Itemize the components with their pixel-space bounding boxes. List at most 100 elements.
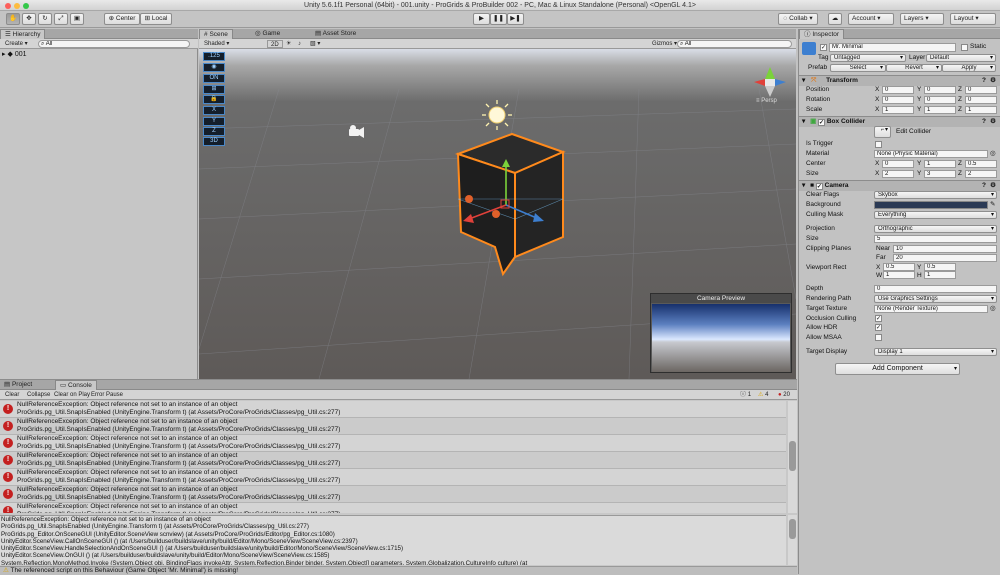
log-entry[interactable]: ! NullReferenceException: Object referen… [0, 469, 786, 486]
settings-gear-icon[interactable]: ⚙ [990, 76, 996, 86]
hand-tool-button[interactable]: ✋ [6, 13, 20, 25]
warning-count-toggle[interactable]: ⚠ 4 [755, 391, 771, 399]
play-button[interactable]: ▶ [473, 13, 490, 25]
center-z-field[interactable]: 0.5 [965, 160, 997, 168]
object-name-field[interactable]: Mr. Minimal [829, 43, 956, 52]
tab-asset-store[interactable]: ▤ Asset Store [311, 29, 360, 39]
log-scrollbar[interactable] [788, 401, 797, 513]
error-count-toggle[interactable]: ● 20 [775, 391, 793, 399]
viewport-h-field[interactable]: 1 [924, 271, 956, 279]
prefab-select-button[interactable]: Select [830, 64, 886, 72]
tab-inspector[interactable]: ⓘ Inspector [799, 29, 845, 39]
effects-dropdown[interactable]: ▧ ▾ [307, 40, 323, 48]
audio-toggle[interactable]: ♪ [295, 40, 304, 48]
allow-msaa-checkbox[interactable] [875, 334, 882, 341]
progrids-z-plane-button[interactable]: Z [203, 127, 225, 136]
transform-x-field[interactable]: 1 [882, 106, 914, 114]
edit-collider-button[interactable]: ⌐ [874, 126, 891, 138]
progrids-x-plane-button[interactable]: X [203, 106, 225, 115]
cube-gameobject[interactable] [454, 132, 566, 277]
camera-enabled-checkbox[interactable]: ✓ [815, 183, 823, 190]
progrids-grid-button[interactable]: ⊞ [203, 85, 225, 94]
center-y-field[interactable]: 1 [924, 160, 956, 168]
create-button[interactable]: Create ▾ [2, 40, 31, 48]
pivot-center-button[interactable]: ⊕ Center [104, 13, 140, 25]
zoom-window-icon[interactable] [23, 3, 29, 9]
log-entry[interactable]: ! NullReferenceException: Object referen… [0, 503, 786, 513]
account-dropdown[interactable]: Account ▾ [848, 13, 894, 25]
orientation-gizmo[interactable] [754, 67, 786, 97]
scene-viewport[interactable]: ≡ Persp Camera Preview [199, 49, 796, 379]
viewport-w-field[interactable]: 1 [883, 271, 915, 279]
tag-dropdown[interactable]: Untagged [830, 54, 906, 62]
static-checkbox[interactable] [961, 44, 968, 51]
transform-y-field[interactable]: 1 [924, 106, 956, 114]
log-entry[interactable]: ! NullReferenceException: Object referen… [0, 418, 786, 435]
target-texture-field[interactable]: None (Render Texture) [874, 305, 988, 313]
persp-label-row[interactable]: ≡ Persp [756, 98, 777, 104]
rendering-path-dropdown[interactable]: Use Graphics Settings [874, 295, 997, 303]
help-icon[interactable]: ? [982, 76, 986, 86]
transform-x-field[interactable]: 0 [882, 86, 914, 94]
gameobject-active-checkbox[interactable]: ✓ [820, 44, 827, 51]
transform-y-field[interactable]: 0 [924, 96, 956, 104]
eyedropper-icon[interactable]: ✎ [990, 201, 995, 209]
foldout-arrow-icon[interactable]: ▸ [2, 51, 6, 58]
material-field[interactable]: None (Physic Material) [874, 150, 988, 158]
log-entry[interactable]: ! NullReferenceException: Object referen… [0, 401, 786, 418]
depth-field[interactable]: 0 [874, 285, 997, 293]
size-z-field[interactable]: 2 [965, 170, 997, 178]
box-collider-enabled-checkbox[interactable]: ✓ [818, 119, 826, 126]
log-entry[interactable]: ! NullReferenceException: Object referen… [0, 452, 786, 469]
tab-scene[interactable]: # Scene [199, 29, 233, 39]
tab-project[interactable]: ▤ Project [0, 380, 36, 390]
box-collider-header[interactable]: ▾ ▣ ✓ Box Collider ? ⚙ [799, 116, 1000, 127]
rotate-tool-button[interactable]: ↻ [38, 13, 52, 25]
settings-gear-icon[interactable]: ⚙ [990, 181, 996, 191]
log-entry[interactable]: ! NullReferenceException: Object referen… [0, 486, 786, 503]
prefab-apply-button[interactable]: Apply [942, 64, 996, 72]
object-picker-icon[interactable]: ◎ [990, 305, 996, 313]
step-button[interactable]: ▶❚ [507, 13, 524, 25]
far-field[interactable]: 20 [893, 254, 997, 262]
collab-button[interactable]: ◌ Collab ▾ [778, 13, 818, 25]
transform-y-field[interactable]: 0 [924, 86, 956, 94]
log-entry[interactable]: ! NullReferenceException: Object referen… [0, 435, 786, 452]
viewport-x-field[interactable]: 0.5 [883, 263, 915, 271]
projection-dropdown[interactable]: Orthographic [874, 225, 997, 233]
transform-z-field[interactable]: 0 [965, 86, 997, 94]
transform-x-field[interactable]: 0 [882, 96, 914, 104]
target-display-dropdown[interactable]: Display 1 [874, 348, 997, 356]
pause-button[interactable]: ❚❚ [490, 13, 507, 25]
near-field[interactable]: 10 [893, 245, 997, 253]
transform-header[interactable]: ▾ ⤧ Transform ? ⚙ [799, 75, 1000, 86]
is-trigger-checkbox[interactable] [875, 141, 882, 148]
background-color-swatch[interactable] [874, 201, 988, 209]
camera-size-field[interactable]: 5 [874, 235, 997, 243]
occlusion-culling-checkbox[interactable]: ✓ [875, 315, 882, 322]
collapse-button[interactable]: Collapse [24, 391, 53, 399]
object-picker-icon[interactable]: ◎ [990, 150, 996, 158]
mode-2d-toggle[interactable]: 2D [267, 40, 283, 48]
add-component-button[interactable]: Add Component [835, 363, 960, 375]
hierarchy-scene-row[interactable]: ▸ ◆ 001 [2, 50, 27, 58]
tab-game[interactable]: ◎ Game [251, 29, 284, 39]
transform-z-field[interactable]: 0 [965, 96, 997, 104]
progrids-visibility-button[interactable]: ◉ [203, 63, 225, 72]
tab-console[interactable]: ▭ Console [55, 380, 97, 390]
clear-on-play-button[interactable]: Clear on Play [51, 391, 93, 399]
layout-dropdown[interactable]: Layout ▾ [950, 13, 996, 25]
detail-scroll-thumb[interactable] [789, 519, 796, 539]
center-x-field[interactable]: 0 [882, 160, 914, 168]
close-window-icon[interactable] [5, 3, 11, 9]
help-icon[interactable]: ? [982, 181, 986, 191]
scale-tool-button[interactable]: ⤢ [54, 13, 68, 25]
minimize-window-icon[interactable] [14, 3, 20, 9]
culling-mask-dropdown[interactable]: Everything [874, 211, 997, 219]
scene-search-input[interactable]: ⌕ All [677, 40, 792, 48]
shading-mode-dropdown[interactable]: Shaded ▾ [201, 40, 259, 48]
log-scroll-thumb[interactable] [789, 441, 796, 471]
tab-hierarchy[interactable]: ☰ Hierarchy [0, 29, 46, 39]
allow-hdr-checkbox[interactable]: ✓ [875, 324, 882, 331]
gizmos-dropdown[interactable]: Gizmos ▾ [649, 40, 680, 48]
